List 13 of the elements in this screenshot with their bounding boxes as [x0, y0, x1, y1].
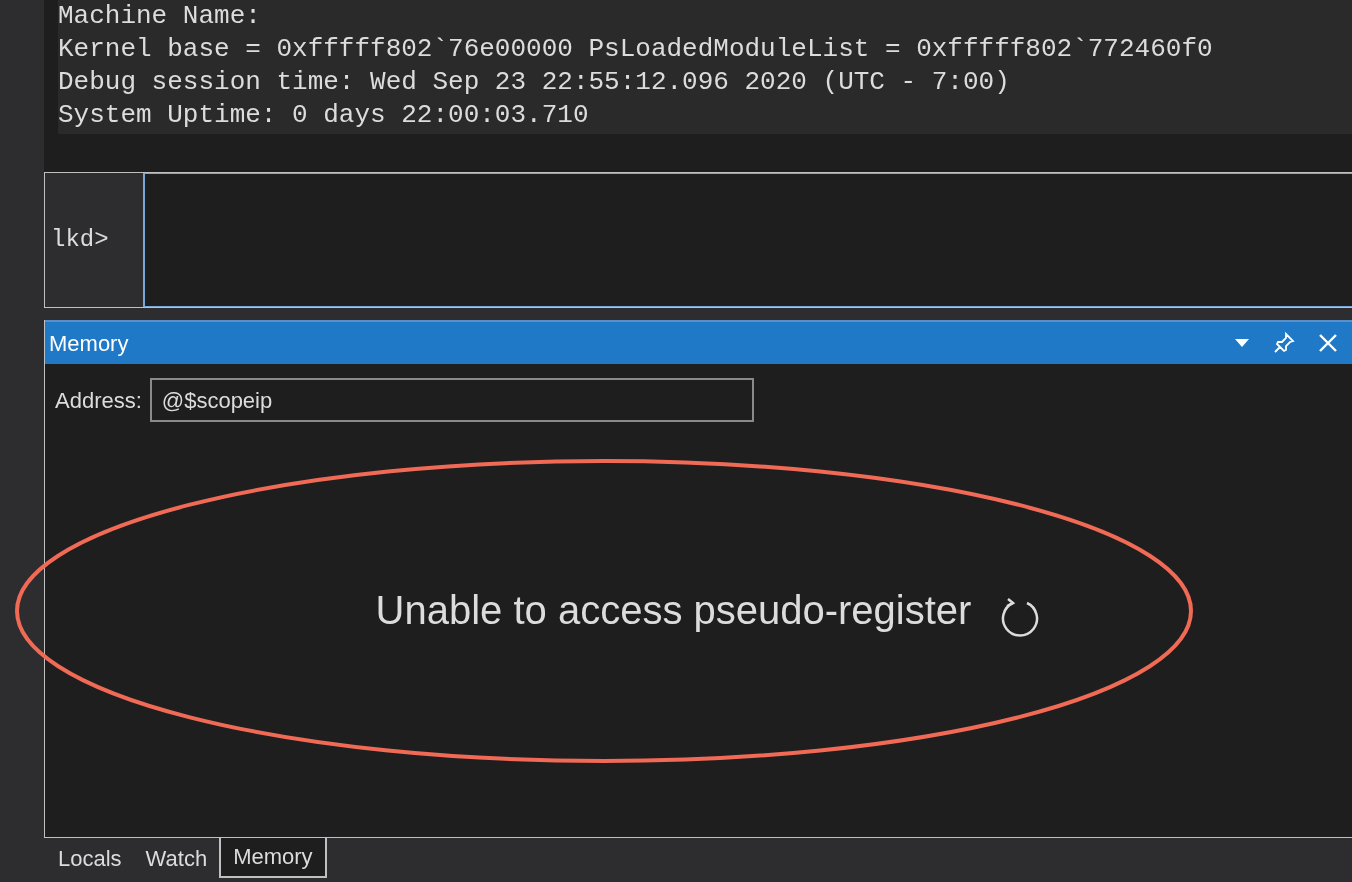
- address-field[interactable]: @$scopeip: [149, 378, 754, 422]
- command-prompt: lkd>: [51, 225, 109, 255]
- output-line: Machine Name:: [58, 0, 261, 33]
- close-icon[interactable]: [1318, 333, 1338, 353]
- address-label: Address:: [55, 386, 142, 415]
- output-line: System Uptime: 0 days 22:00:03.710: [58, 99, 589, 132]
- pin-icon[interactable]: [1272, 331, 1296, 355]
- output-line: Kernel base = 0xfffff802`76e00000 PsLoadedModuleList = 0xfffff802`772460f0: [58, 33, 1213, 66]
- panel-tab[interactable]: Memory: [219, 836, 327, 878]
- panel-title: Memory: [49, 329, 130, 358]
- dropdown-icon[interactable]: [1234, 338, 1250, 348]
- output-line: Debug session time: Wed Sep 23 22:55:12.096 2020 (UTC - 7:00): [58, 66, 1010, 99]
- error-message: Unable to access pseudo-register: [375, 586, 972, 634]
